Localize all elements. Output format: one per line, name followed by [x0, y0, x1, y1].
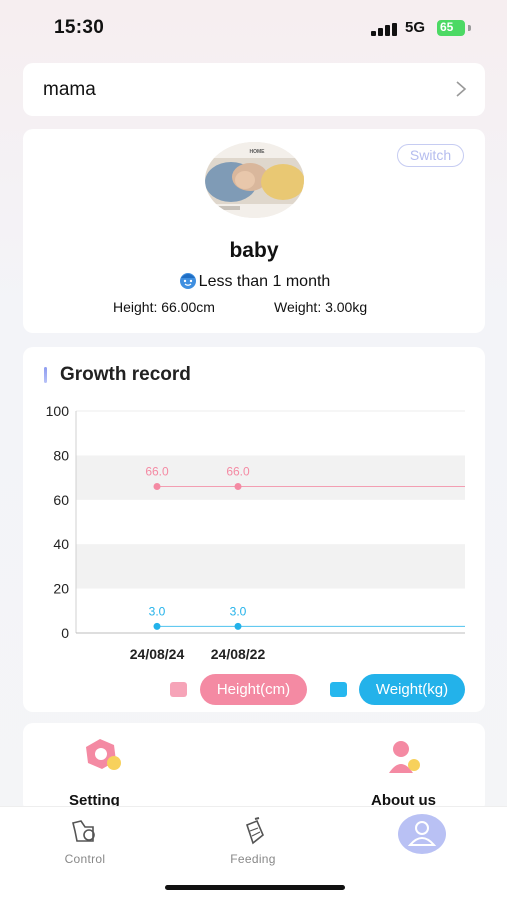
baby-height: Height: 66.00cm: [113, 299, 215, 315]
user-icon: [407, 821, 437, 846]
data-point-height: [153, 482, 161, 490]
legend-height-swatch[interactable]: [170, 682, 187, 697]
signal-icon: [371, 23, 399, 36]
status-bar: 15:30 5G 65: [0, 0, 507, 58]
bottle-icon: [246, 817, 264, 845]
shortcuts-card: Setting About us: [23, 723, 485, 813]
baby-age: Less than 1 month: [198, 273, 331, 290]
y-tick-label: 0: [61, 625, 69, 641]
x-tick-label: 24/08/24: [130, 646, 185, 662]
x-tick-label: 24/08/22: [211, 646, 266, 662]
data-point-weight: [234, 622, 242, 630]
grid-band: [76, 544, 465, 589]
profile-name: mama: [43, 79, 96, 100]
about-us-icon[interactable]: [381, 735, 431, 779]
grid-band: [76, 455, 465, 500]
battery-level: 65: [440, 20, 454, 34]
growth-chart: 0 20 40 60 80 100 24/08/24 24/08/22 66.0 66.0 3.0 3…: [46, 403, 465, 662]
growth-title: Growth record: [60, 364, 191, 385]
legend-weight-toggle[interactable]: Weight(kg): [359, 674, 465, 705]
network-label: 5G: [405, 19, 426, 36]
baby-card: HOME Switch baby Less than 1 month Heigh…: [23, 129, 485, 333]
setting-icon[interactable]: [78, 735, 128, 779]
tab-mine[interactable]: Mine: [372, 814, 472, 866]
legend-weight-swatch[interactable]: [330, 682, 347, 697]
avatar-caption: HOME: [250, 149, 266, 155]
chevron-right-icon: [456, 81, 467, 97]
title-accent-bar: [44, 367, 47, 383]
tab-feeding[interactable]: Feeding: [203, 815, 303, 866]
growth-record-card: Growth record 0 20 40 60 80 100 24/08/24 24/08/…: [23, 347, 485, 712]
pump-icon: [72, 820, 95, 842]
battery-cap: [468, 25, 471, 31]
baby-photo: HOME: [205, 142, 304, 218]
legend-height-toggle[interactable]: Height(cm): [200, 674, 307, 705]
data-label-weight: 3.0: [149, 604, 166, 618]
data-label-weight: 3.0: [230, 604, 247, 618]
data-label-height: 66.0: [226, 464, 250, 478]
baby-name: baby: [229, 239, 279, 262]
baby-face-icon: [179, 273, 196, 289]
y-tick-label: 20: [53, 581, 69, 597]
data-label-height: 66.0: [145, 464, 169, 478]
baby-weight: Weight: 3.00kg: [274, 299, 368, 315]
profile-row[interactable]: mama: [23, 63, 485, 116]
data-point-weight: [153, 622, 161, 630]
y-tick-label: 40: [53, 536, 69, 552]
y-tick-label: 100: [46, 403, 70, 419]
tab-control-label: Control: [64, 852, 106, 866]
home-indicator: [165, 885, 345, 890]
y-tick-label: 60: [53, 492, 69, 508]
status-time: 15:30: [54, 17, 105, 38]
tab-mine-label: Mine: [408, 852, 436, 866]
battery-icon: 65: [437, 20, 465, 36]
switch-baby-button[interactable]: Switch: [397, 144, 464, 167]
baby-age-row: Less than 1 month: [23, 271, 485, 291]
tab-feeding-label: Feeding: [230, 852, 276, 866]
data-point-height: [234, 482, 242, 490]
y-tick-label: 80: [53, 447, 69, 463]
baby-avatar[interactable]: HOME: [205, 142, 304, 218]
tab-control[interactable]: Control: [35, 815, 135, 866]
